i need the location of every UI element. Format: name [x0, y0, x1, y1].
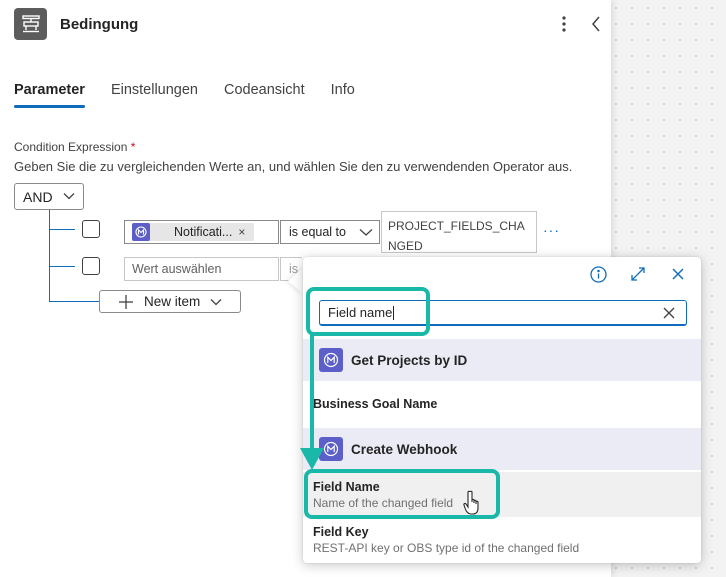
- required-mark: *: [130, 140, 136, 154]
- new-item-button[interactable]: New item: [99, 290, 241, 313]
- item-title: Field Key: [313, 525, 369, 539]
- expand-icon[interactable]: [629, 265, 647, 283]
- group-title: Create Webhook: [351, 441, 458, 457]
- item-subtitle: REST-API key or OBS type id of the chang…: [313, 541, 580, 555]
- row-checkbox[interactable]: [82, 220, 100, 238]
- condition-icon: [14, 8, 47, 40]
- item-title: Business Goal Name: [313, 397, 438, 411]
- clear-icon[interactable]: [662, 306, 676, 323]
- operator-value: is equal to: [289, 225, 346, 239]
- close-icon[interactable]: [669, 265, 687, 283]
- operator-dropdown[interactable]: is equal to: [280, 220, 380, 244]
- tab-info[interactable]: Info: [331, 82, 355, 108]
- new-item-label: New item: [144, 294, 201, 309]
- tab-einstellungen[interactable]: Einstellungen: [111, 82, 198, 108]
- token-label: Notificati...: [174, 225, 233, 239]
- left-value-input[interactable]: Wert auswählen: [124, 257, 279, 281]
- chevron-down-icon: [63, 189, 75, 205]
- chevron-down-icon: [210, 296, 222, 308]
- condition-label-text: Condition Expression: [14, 140, 128, 154]
- info-icon[interactable]: [589, 265, 607, 283]
- group-title: Get Projects by ID: [351, 352, 468, 368]
- chevron-left-icon[interactable]: [586, 12, 606, 36]
- tree-branch: [49, 301, 99, 302]
- tree-branch: [49, 229, 75, 230]
- connector-icon: [132, 223, 150, 241]
- tree-connector: [49, 210, 50, 302]
- dynamic-content-token[interactable]: Notificati... ×: [132, 223, 254, 241]
- condition-description: Geben Sie die zu vergleichenden Werte an…: [14, 159, 573, 174]
- row-more-icon[interactable]: ···: [543, 222, 560, 238]
- right-value-input[interactable]: PROJECT_FIELDS_CHANGED: [381, 211, 537, 253]
- tab-bar: Parameter Einstellungen Codeansicht Info: [14, 82, 381, 108]
- arrow-icon: [300, 334, 324, 470]
- group-header-get-projects[interactable]: Get Projects by ID: [303, 339, 701, 381]
- tab-parameter[interactable]: Parameter: [14, 82, 85, 108]
- panel-title: Bedingung: [60, 16, 139, 33]
- hand-cursor-icon: [463, 490, 479, 515]
- tree-branch: [49, 266, 75, 267]
- left-value-input[interactable]: Notificati... ×: [124, 220, 279, 244]
- more-vertical-icon[interactable]: [554, 12, 574, 36]
- search-highlight-box: [306, 287, 430, 336]
- condition-expression-label: Condition Expression *: [14, 140, 135, 154]
- tab-codeansicht[interactable]: Codeansicht: [224, 82, 305, 108]
- row-checkbox[interactable]: [82, 257, 100, 275]
- chevron-down-icon: [359, 226, 373, 241]
- group-operator-dropdown[interactable]: AND: [14, 183, 84, 210]
- remove-token-icon[interactable]: ×: [238, 225, 245, 239]
- list-item-field-key[interactable]: Field Key REST-API key or OBS type id of…: [303, 519, 701, 561]
- group-header-create-webhook[interactable]: Create Webhook: [303, 428, 701, 470]
- plus-icon: [118, 294, 134, 310]
- list-item-business-goal-name[interactable]: Business Goal Name: [303, 397, 701, 411]
- popup-caret: [288, 268, 303, 294]
- group-operator-value: AND: [23, 188, 53, 205]
